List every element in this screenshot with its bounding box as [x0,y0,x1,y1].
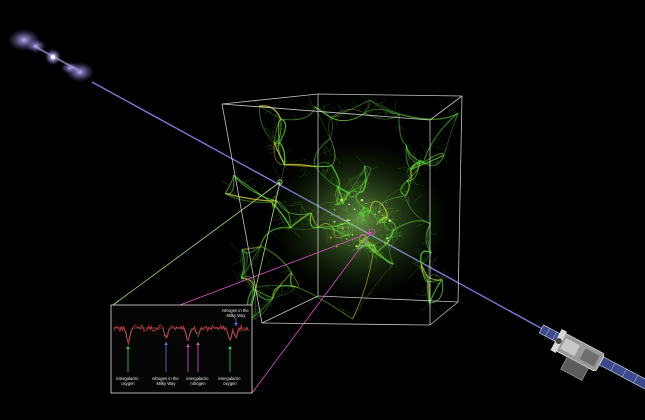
spectrum-inset: intergalactic oxygen nitrogen in the Mil… [110,304,253,394]
infographic-scene: intergalactic oxygen nitrogen in the Mil… [0,0,645,420]
